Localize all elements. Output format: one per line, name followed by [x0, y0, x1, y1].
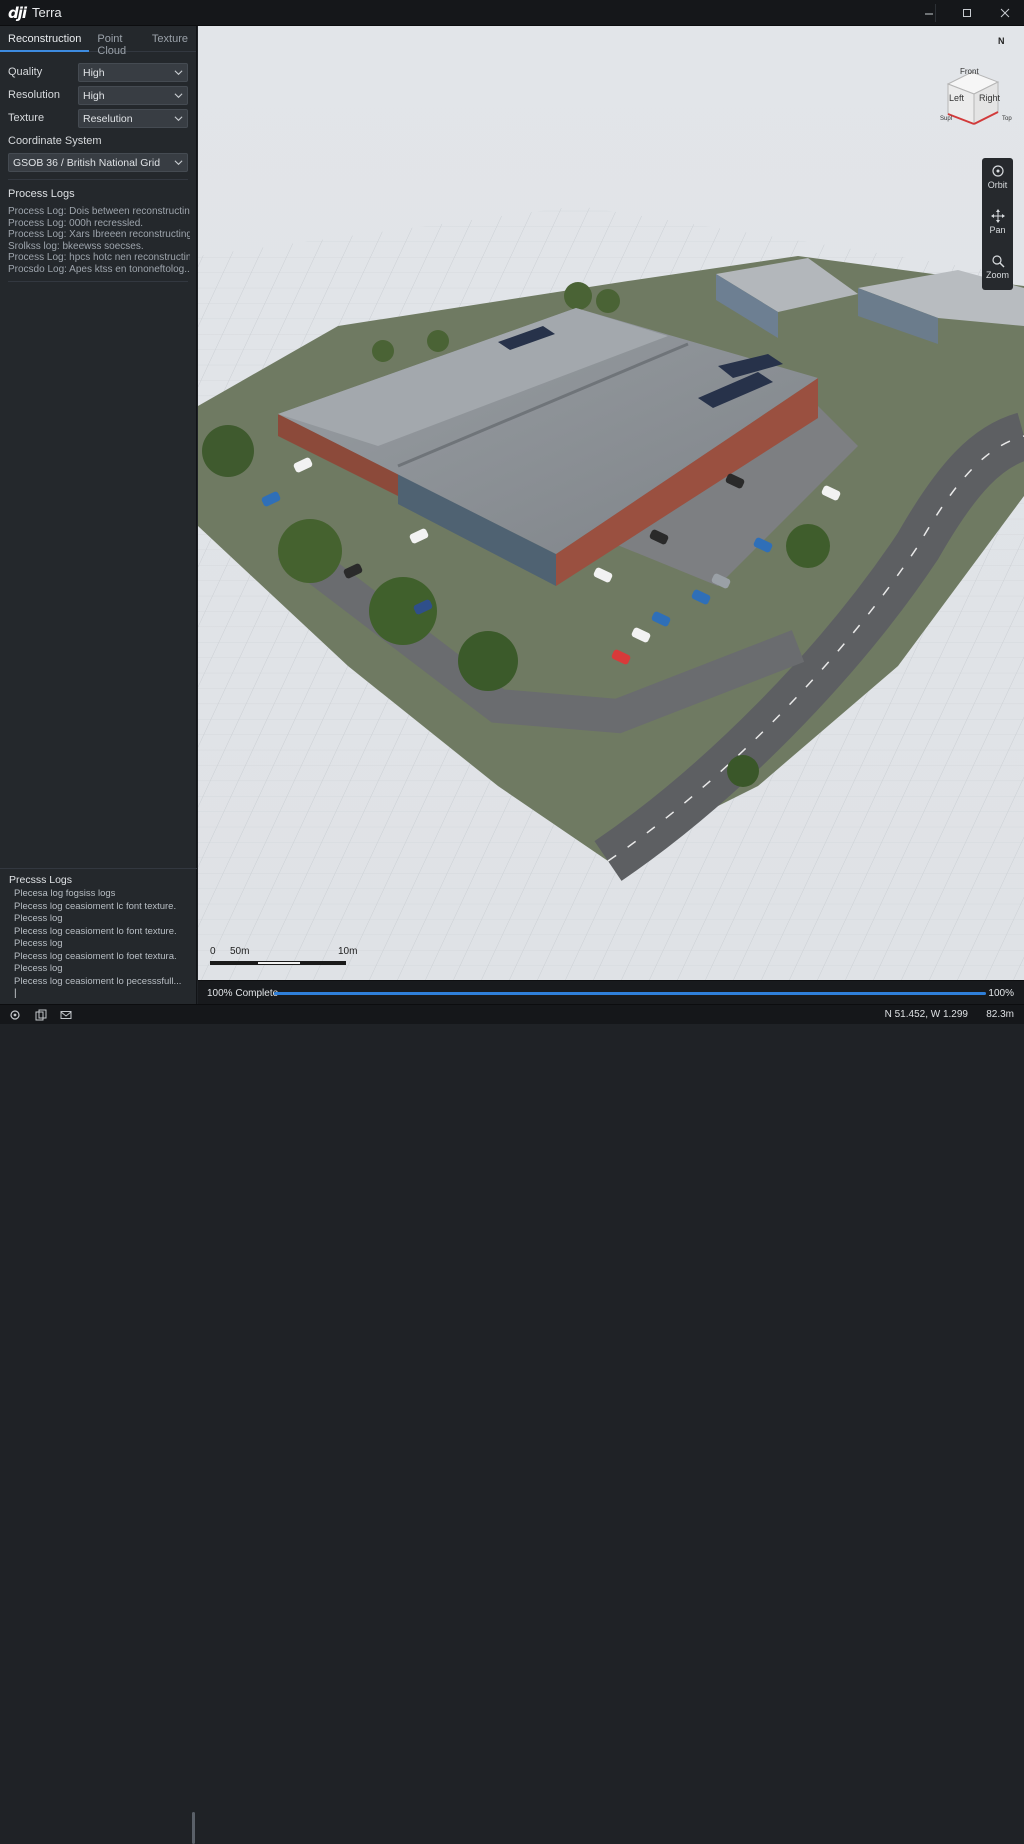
orbit-icon: [991, 165, 1004, 177]
resolution-select[interactable]: High: [78, 85, 188, 105]
scale-bar: 0 50m 10m: [210, 946, 370, 970]
dji-logo: dji: [8, 3, 27, 22]
tab-point-cloud[interactable]: Point Cloud: [89, 26, 144, 57]
progress-bar: 100% Complete 100%: [198, 980, 1024, 1004]
log-line: Process Log: Dois between reconstructing: [8, 206, 190, 217]
coordinate-system-row: GSOB 36 / British National Grid: [8, 151, 188, 173]
console-line: Plecess log: [14, 913, 63, 924]
app-brand: dji Terra: [0, 4, 62, 22]
section-divider: [8, 179, 188, 180]
maximize-button[interactable]: [948, 0, 986, 26]
quality-value: High: [83, 66, 105, 79]
mode-tabs: Reconstruction Point Cloud Texture: [0, 26, 196, 57]
tab-reconstruction[interactable]: Reconstruction: [0, 26, 90, 52]
minimize-button[interactable]: [910, 0, 948, 26]
minimize-icon: [925, 13, 933, 15]
section-divider: [8, 281, 188, 282]
cube-corner-label: Supl: [940, 116, 953, 122]
pan-icon: [990, 209, 1005, 223]
bottom-log-console: Precsss Logs Plecesa log fogsiss logs Pl…: [0, 868, 197, 1844]
pan-label: Pan: [989, 225, 1006, 235]
reconstruction-model[interactable]: [198, 26, 1024, 980]
orbit-label: Orbit: [987, 180, 1008, 190]
zoom-label: Zoom: [985, 270, 1009, 280]
settings-sidebar: Reconstruction Point Cloud Texture Quali…: [0, 26, 197, 1844]
chevron-down-icon: [174, 115, 183, 121]
north-indicator: N: [998, 36, 1005, 46]
cube-corner-label: Top: [1002, 116, 1012, 122]
console-line: Plecess log: [14, 938, 63, 949]
quality-row: Quality High: [8, 61, 188, 83]
window-controls: [910, 0, 1024, 26]
3d-viewport[interactable]: N Front Left Right Supl Top Orbit Pan Zo…: [198, 26, 1024, 980]
console-line: Plecess log: [14, 963, 63, 974]
cube-face-left[interactable]: Left: [949, 93, 964, 103]
cube-face-front[interactable]: Front: [960, 67, 979, 76]
orbit-button[interactable]: Orbit: [982, 164, 1013, 190]
app-title: Terra: [32, 5, 62, 20]
console-cursor[interactable]: |: [14, 988, 197, 999]
zoom-icon: [991, 255, 1004, 268]
chevron-down-icon: [174, 159, 183, 165]
progress-fill: [274, 992, 986, 995]
resolution-value: High: [83, 89, 105, 102]
close-button[interactable]: [986, 0, 1024, 26]
progress-track: [274, 992, 986, 995]
copy-icon[interactable]: [35, 1009, 47, 1021]
log-line: Process Log: Xars Ibreeen reconstructing: [8, 229, 190, 240]
title-bar: dji Terra: [0, 0, 1024, 26]
scale-start: 0: [210, 946, 216, 957]
process-logs-title: Process Logs: [8, 188, 75, 200]
view-cube[interactable]: N Front Left Right Supl Top: [940, 36, 1020, 131]
cube-face-right[interactable]: Right: [979, 93, 1000, 103]
bottom-logs-title: Precsss Logs: [9, 874, 73, 886]
progress-label: 100% Complete: [207, 988, 279, 999]
quality-label: Quality: [8, 66, 43, 78]
texture-value: Reselution: [83, 112, 133, 125]
distance-readout: 82.3m: [986, 1009, 1014, 1020]
console-line: Plecess log ceasioment lc font texture.: [14, 900, 177, 912]
chevron-down-icon: [174, 69, 183, 75]
scale-end: 10m: [338, 946, 358, 957]
quality-select[interactable]: High: [78, 62, 188, 82]
console-line: Plecesa log fogsiss logs: [14, 888, 116, 899]
scale-mid: 50m: [230, 946, 250, 957]
status-bar: N 51.452, W 1.299 82.3m: [0, 1004, 1024, 1024]
maximize-icon: [963, 9, 971, 17]
mail-icon[interactable]: [60, 1009, 72, 1021]
log-line: Process Log: hpcs hotc nen reconstructin…: [8, 252, 190, 263]
coordinate-system-label: Coordinate System: [8, 135, 102, 147]
resolution-row: Resolution High: [8, 84, 188, 106]
settings-icon[interactable]: [9, 1009, 21, 1021]
console-line: Plecess log ceasioment lo font texture.: [14, 925, 177, 937]
console-scrollbar[interactable]: [192, 1812, 195, 1844]
texture-row: Texture Reselution: [8, 107, 188, 129]
progress-percent: 100%: [988, 988, 1014, 999]
resolution-label: Resolution: [8, 89, 60, 101]
coordinate-system-value: GSOB 36 / British National Grid: [13, 156, 161, 169]
scale-segment: [258, 962, 300, 964]
log-line: Procsdo Log: Apes ktss en tononeftolog..…: [8, 263, 190, 275]
tab-texture[interactable]: Texture: [144, 26, 196, 52]
console-line: Plecess log ceasioment lo pecesssfull...: [14, 975, 182, 987]
pan-button[interactable]: Pan: [982, 209, 1013, 235]
texture-label: Texture: [8, 112, 45, 124]
close-icon: [1000, 8, 1010, 18]
navigation-toolbar: Orbit Pan Zoom: [982, 158, 1013, 290]
console-line: Plecess log ceasioment lo foet textura.: [14, 950, 177, 962]
process-log-list: Process Log: Dois between reconstructing…: [0, 206, 196, 275]
coordinates-readout: N 51.452, W 1.299: [884, 1009, 968, 1020]
zoom-button[interactable]: Zoom: [982, 254, 1013, 280]
chevron-down-icon: [174, 92, 183, 98]
texture-select[interactable]: Reselution: [78, 108, 188, 128]
log-line: Process Log: 000h recressled.: [8, 217, 144, 229]
log-line: Srolkss log: bkeewss soecses.: [8, 240, 144, 252]
coordinate-system-select[interactable]: GSOB 36 / British National Grid: [8, 152, 188, 172]
